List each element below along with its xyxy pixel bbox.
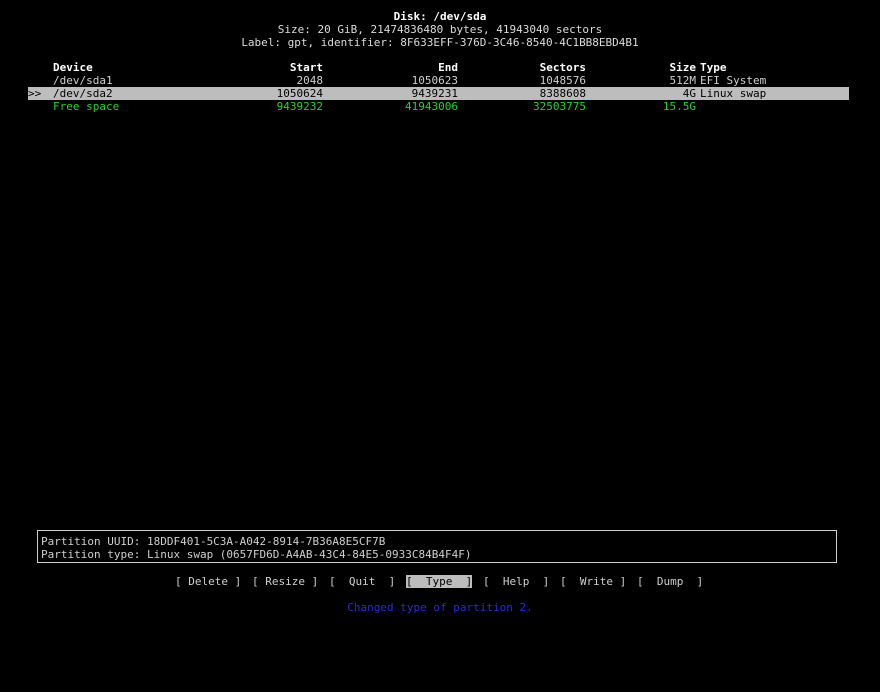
status-message: Changed type of partition 2.: [347, 601, 533, 614]
row-sectors: 32503775: [533, 100, 586, 113]
row-size: 4G: [682, 87, 696, 100]
row-marker: >>: [28, 87, 42, 100]
row-start: 9439232: [276, 100, 323, 113]
row-end: 1050623: [411, 74, 458, 87]
disk-size: Size: 20 GiB, 21474836480 bytes, 4194304…: [277, 23, 603, 36]
row-type: EFI System: [700, 74, 767, 87]
row-start: 2048: [296, 74, 324, 87]
table-row-free-space[interactable]: Free space 9439232 41943006 32503775 15.…: [28, 100, 849, 113]
disk-title: Disk: /dev/sda: [393, 10, 487, 23]
disk-label: Label: gpt, identifier: 8F633EFF-376D-3C…: [241, 36, 639, 49]
column-size: Size: [669, 61, 697, 74]
table-row-sda2[interactable]: >> /dev/sda2 1050624 9439231 8388608 4G …: [28, 87, 849, 100]
partition-info-box: Partition UUID: 18DDF401-5C3A-A042-8914-…: [37, 530, 837, 563]
column-sectors: Sectors: [539, 61, 586, 74]
row-size: 15.5G: [662, 100, 696, 113]
menu-resize[interactable]: [ Resize ]: [252, 575, 318, 588]
menu-dump[interactable]: [ Dump ]: [637, 575, 703, 588]
column-type: Type: [700, 61, 727, 74]
row-size: 512M: [669, 74, 697, 87]
row-sectors: 1048576: [539, 74, 586, 87]
action-menu: [ Delete ] [ Resize ] [ Quit ] [ Type ] …: [0, 575, 880, 588]
menu-type[interactable]: [ Type ]: [406, 575, 473, 588]
menu-delete[interactable]: [ Delete ]: [175, 575, 241, 588]
table-header: Device Start End Sectors Size Type: [28, 61, 849, 74]
column-end: End: [438, 61, 458, 74]
menu-help[interactable]: [ Help ]: [483, 575, 549, 588]
partition-uuid: Partition UUID: 18DDF401-5C3A-A042-8914-…: [41, 535, 386, 548]
column-start: Start: [289, 61, 323, 74]
menu-write[interactable]: [ Write ]: [560, 575, 626, 588]
menu-quit[interactable]: [ Quit ]: [329, 575, 395, 588]
row-type: Linux swap: [700, 87, 767, 100]
cfdisk-screen: Disk: /dev/sda Size: 20 GiB, 21474836480…: [0, 0, 880, 623]
row-start: 1050624: [276, 87, 323, 100]
table-row-sda1[interactable]: /dev/sda1 2048 1050623 1048576 512M EFI …: [28, 74, 849, 87]
row-end: 9439231: [411, 87, 458, 100]
partition-table: Device Start End Sectors Size Type /dev/…: [28, 61, 849, 113]
row-end: 41943006: [405, 100, 458, 113]
row-sectors: 8388608: [539, 87, 586, 100]
partition-type-info: Partition type: Linux swap (0657FD6D-A4A…: [41, 548, 472, 561]
